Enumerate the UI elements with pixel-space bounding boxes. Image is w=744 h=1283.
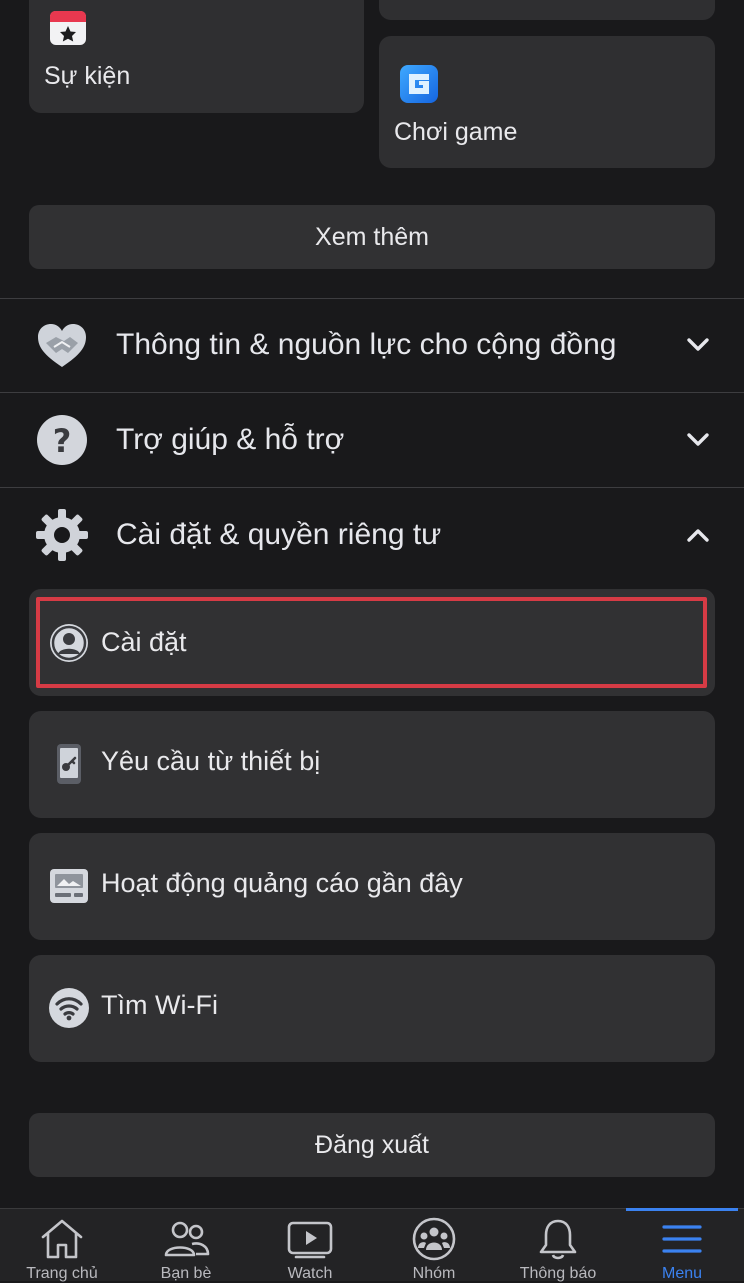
calendar-star-icon: [49, 8, 87, 46]
tab-label: Bạn bè: [160, 1265, 212, 1282]
tab-watch[interactable]: Watch: [248, 1209, 372, 1282]
shortcut-card-events[interactable]: Sự kiện: [29, 0, 364, 113]
tab-groups[interactable]: Nhóm: [372, 1209, 496, 1282]
chevron-up-icon[interactable]: [684, 521, 712, 549]
chevron-down-icon[interactable]: [684, 331, 712, 359]
friends-icon: [162, 1217, 210, 1261]
home-icon: [38, 1217, 86, 1261]
section-label: Trợ giúp & hỗ trợ: [116, 423, 345, 456]
tab-label: Watch: [287, 1265, 333, 1282]
tab-label: Menu: [661, 1265, 703, 1282]
section-community-resources[interactable]: Thông tin & nguồn lực cho cộng đồng: [0, 298, 744, 392]
tab-home[interactable]: Trang chủ: [0, 1209, 124, 1282]
settings-item-device-requests[interactable]: Yêu cầu từ thiết bị: [29, 711, 715, 818]
watch-play-icon: [286, 1217, 334, 1261]
tab-friends[interactable]: Bạn bè: [124, 1209, 248, 1282]
see-more-button[interactable]: Xem thêm: [29, 205, 715, 269]
shortcut-card-top-right[interactable]: [379, 0, 715, 20]
section-label: Thông tin & nguồn lực cho cộng đồng: [116, 328, 617, 361]
section-label: Cài đặt & quyền riêng tư: [116, 518, 442, 551]
tab-label: Trang chủ: [26, 1265, 98, 1282]
item-label: Tìm Wi-Fi: [101, 990, 218, 1020]
groups-icon: [410, 1217, 458, 1261]
gaming-icon: [399, 64, 439, 104]
settings-item-ad-activity[interactable]: Hoạt động quảng cáo gần đây: [29, 833, 715, 940]
bell-icon: [534, 1217, 582, 1261]
gaming-label: Chơi game: [394, 118, 518, 146]
menu-icon: [658, 1217, 706, 1261]
tab-notifications[interactable]: Thông báo: [496, 1209, 620, 1282]
logout-button[interactable]: Đăng xuất: [29, 1113, 715, 1177]
bottom-tab-bar: Trang chủ Bạn bè Watch Nhóm Thông báo Me…: [0, 1208, 744, 1282]
item-label: Cài đặt: [101, 627, 187, 657]
tab-label: Thông báo: [519, 1265, 597, 1282]
shortcut-card-gaming[interactable]: Chơi game: [379, 36, 715, 168]
tab-label: Nhóm: [412, 1265, 456, 1282]
svg-text:?: ?: [53, 422, 72, 460]
section-settings-privacy[interactable]: Cài đặt & quyền riêng tư: [0, 488, 744, 582]
ad-image-icon: [48, 865, 90, 907]
gear-icon: [34, 507, 90, 563]
phone-key-icon: [48, 743, 90, 785]
active-tab-indicator: [626, 1208, 738, 1211]
handshake-heart-icon: [34, 317, 90, 373]
item-label: Yêu cầu từ thiết bị: [101, 746, 321, 776]
section-help-support[interactable]: ? Trợ giúp & hỗ trợ: [0, 393, 744, 487]
chevron-down-icon[interactable]: [684, 426, 712, 454]
settings-item-settings[interactable]: Cài đặt: [29, 589, 715, 696]
settings-item-find-wifi[interactable]: Tìm Wi-Fi: [29, 955, 715, 1062]
tab-menu[interactable]: Menu: [620, 1209, 744, 1282]
user-circle-icon: [48, 622, 90, 664]
wifi-icon: [48, 987, 90, 1029]
events-label: Sự kiện: [44, 62, 131, 90]
item-label: Hoạt động quảng cáo gần đây: [101, 868, 463, 898]
question-icon: ?: [34, 412, 90, 468]
